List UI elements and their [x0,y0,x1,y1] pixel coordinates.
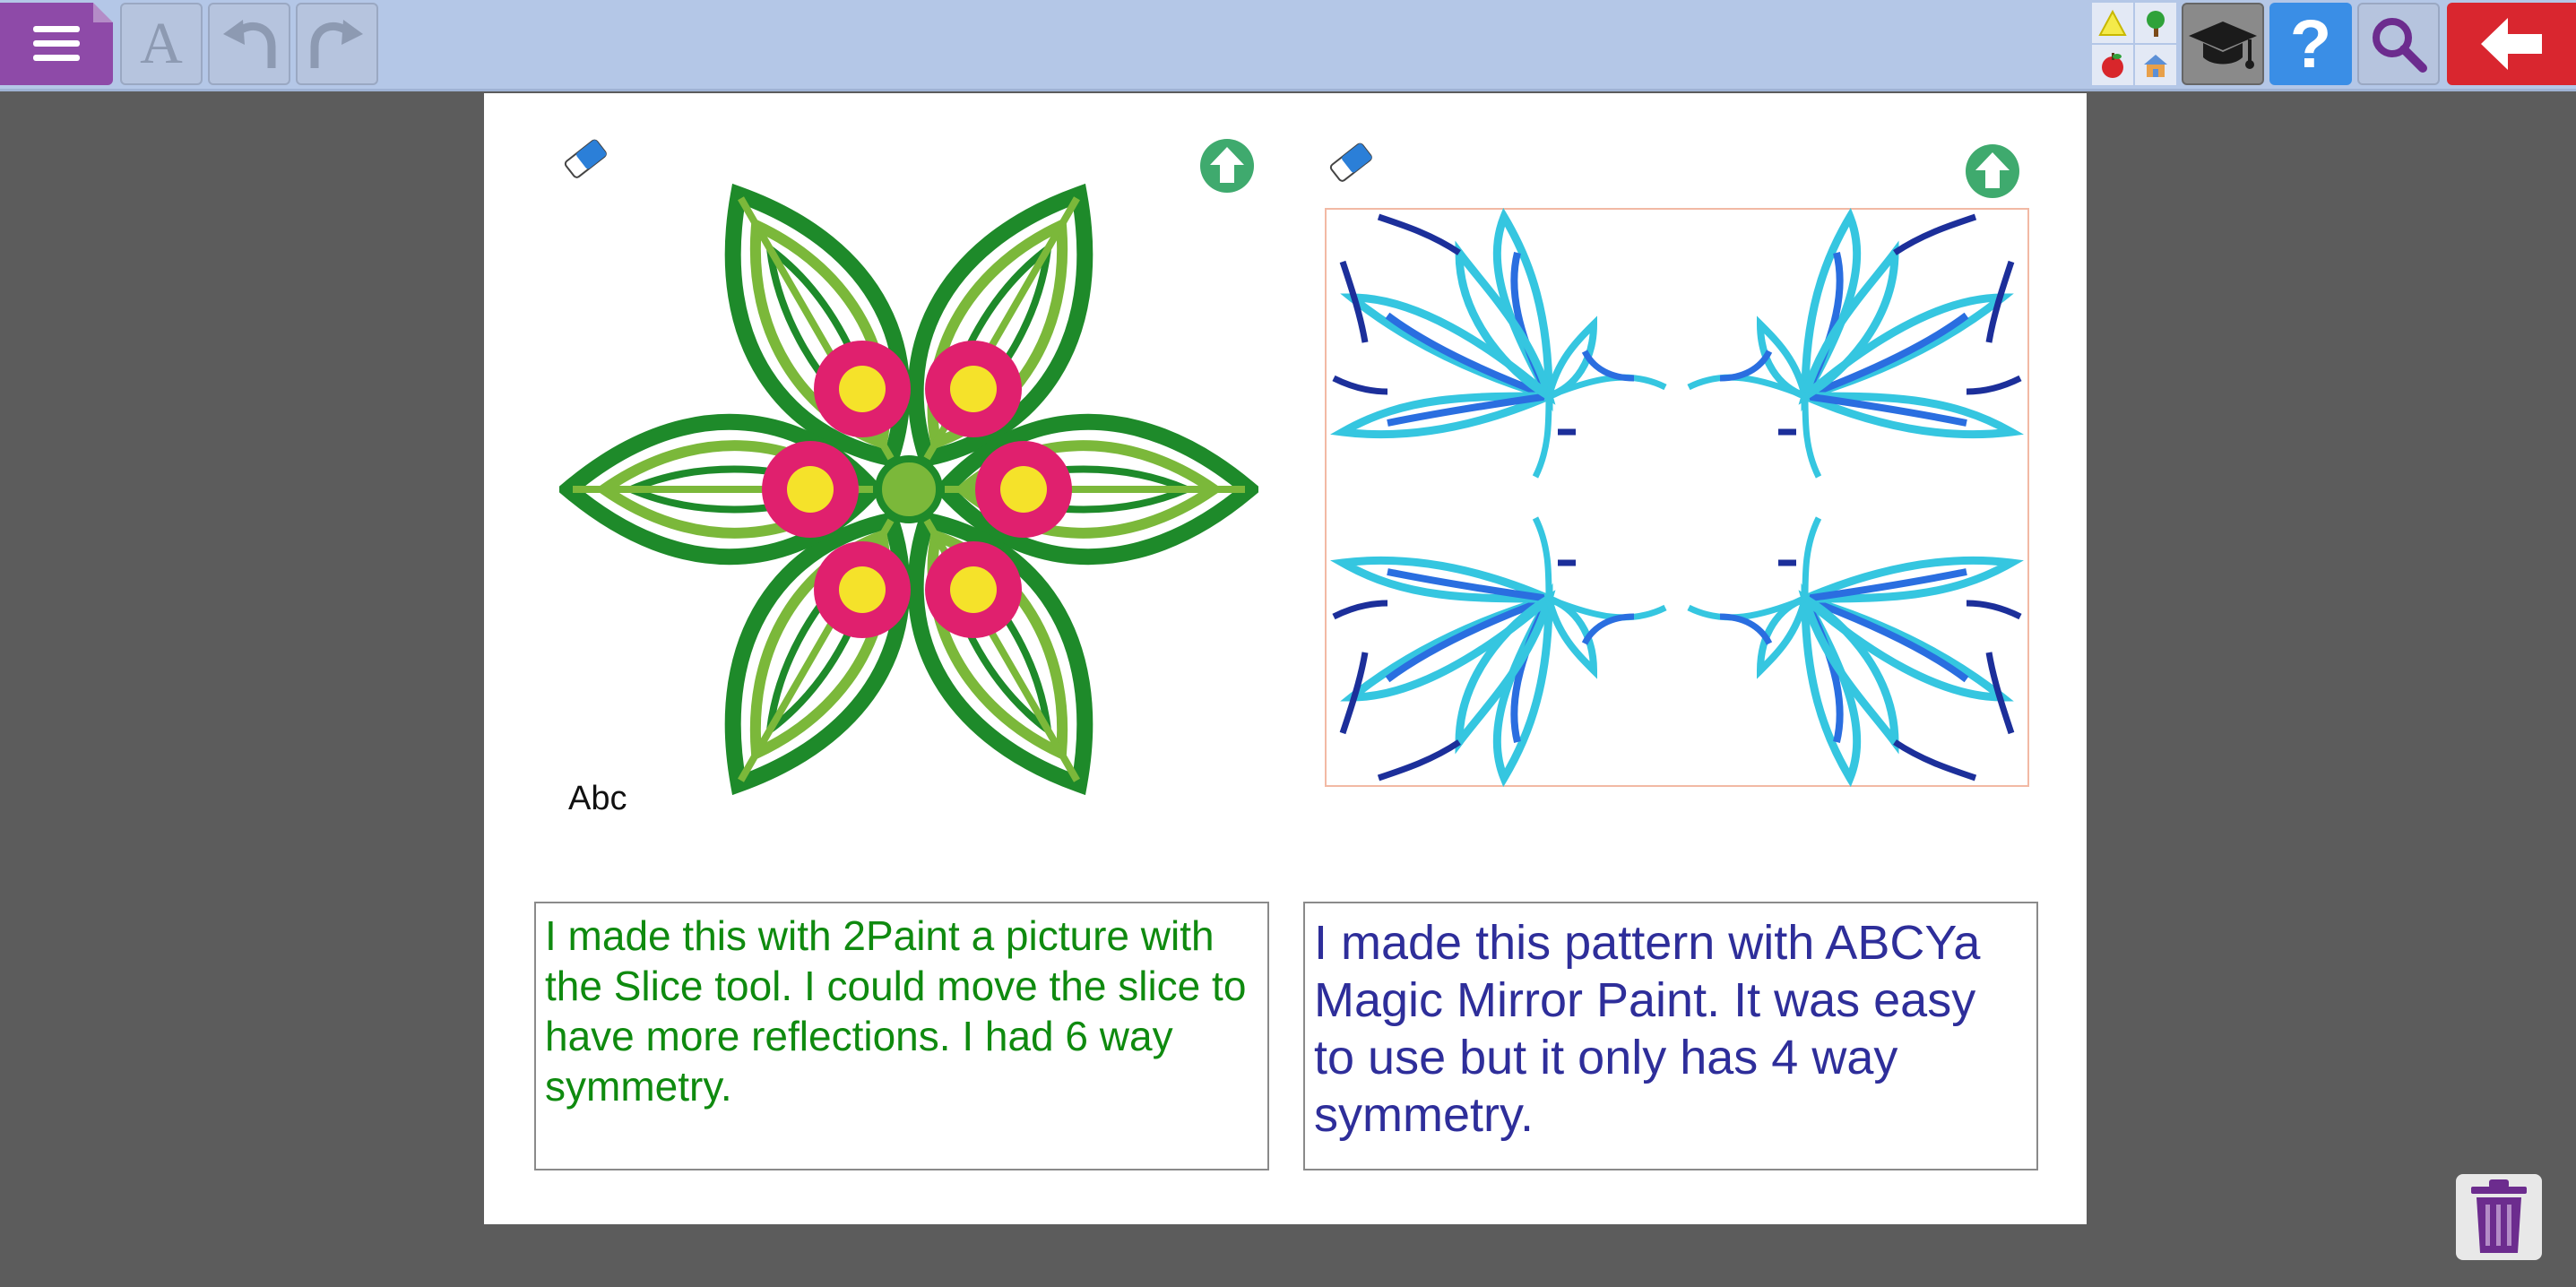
search-button[interactable] [2357,3,2440,85]
back-button[interactable] [2447,3,2576,85]
redo-button[interactable] [296,3,378,85]
help-icon: ? [2289,5,2332,82]
right-description-textbox[interactable]: I made this pattern with ABCYa Magic Mir… [1303,902,2038,1170]
flower [814,341,911,437]
upload-button-right[interactable] [1965,143,2020,199]
trash-icon [2471,1179,2527,1253]
mirror-pattern-artwork[interactable] [1325,208,2029,787]
writing-page: Abc I made this with 2Paint a picture wi… [484,93,2087,1224]
flower-artwork[interactable] [559,140,1258,839]
graduation-button[interactable] [2182,3,2264,85]
trash-button[interactable] [2456,1174,2542,1260]
menu-fold [93,3,113,22]
top-toolbar: A ? [0,0,2576,91]
up-arrow-icon [1966,144,2019,198]
left-description-textbox[interactable]: I made this with 2Paint a picture with t… [534,902,1269,1170]
menu-button[interactable] [0,3,113,85]
eraser-icon[interactable] [1325,136,1379,190]
clipart-grid[interactable] [2092,3,2176,85]
graduation-cap-icon [2189,22,2257,69]
apple-icon[interactable] [2092,45,2133,85]
flower [925,341,1022,437]
triangle-icon[interactable] [2092,3,2133,43]
menu-icon [33,26,80,61]
help-button[interactable]: ? [2269,3,2352,85]
flower [762,441,859,538]
undo-icon [223,20,276,68]
search-icon [2373,18,2427,73]
flower [814,541,911,638]
font-button[interactable]: A [120,3,203,85]
font-icon: A [140,11,183,76]
caption-label[interactable]: Abc [568,780,627,818]
redo-icon [310,20,363,68]
flower [975,441,1072,538]
flower [925,541,1022,638]
tree-icon[interactable] [2135,3,2176,43]
back-arrow-icon [2481,18,2542,70]
undo-button[interactable] [208,3,290,85]
house-icon[interactable] [2135,45,2176,85]
